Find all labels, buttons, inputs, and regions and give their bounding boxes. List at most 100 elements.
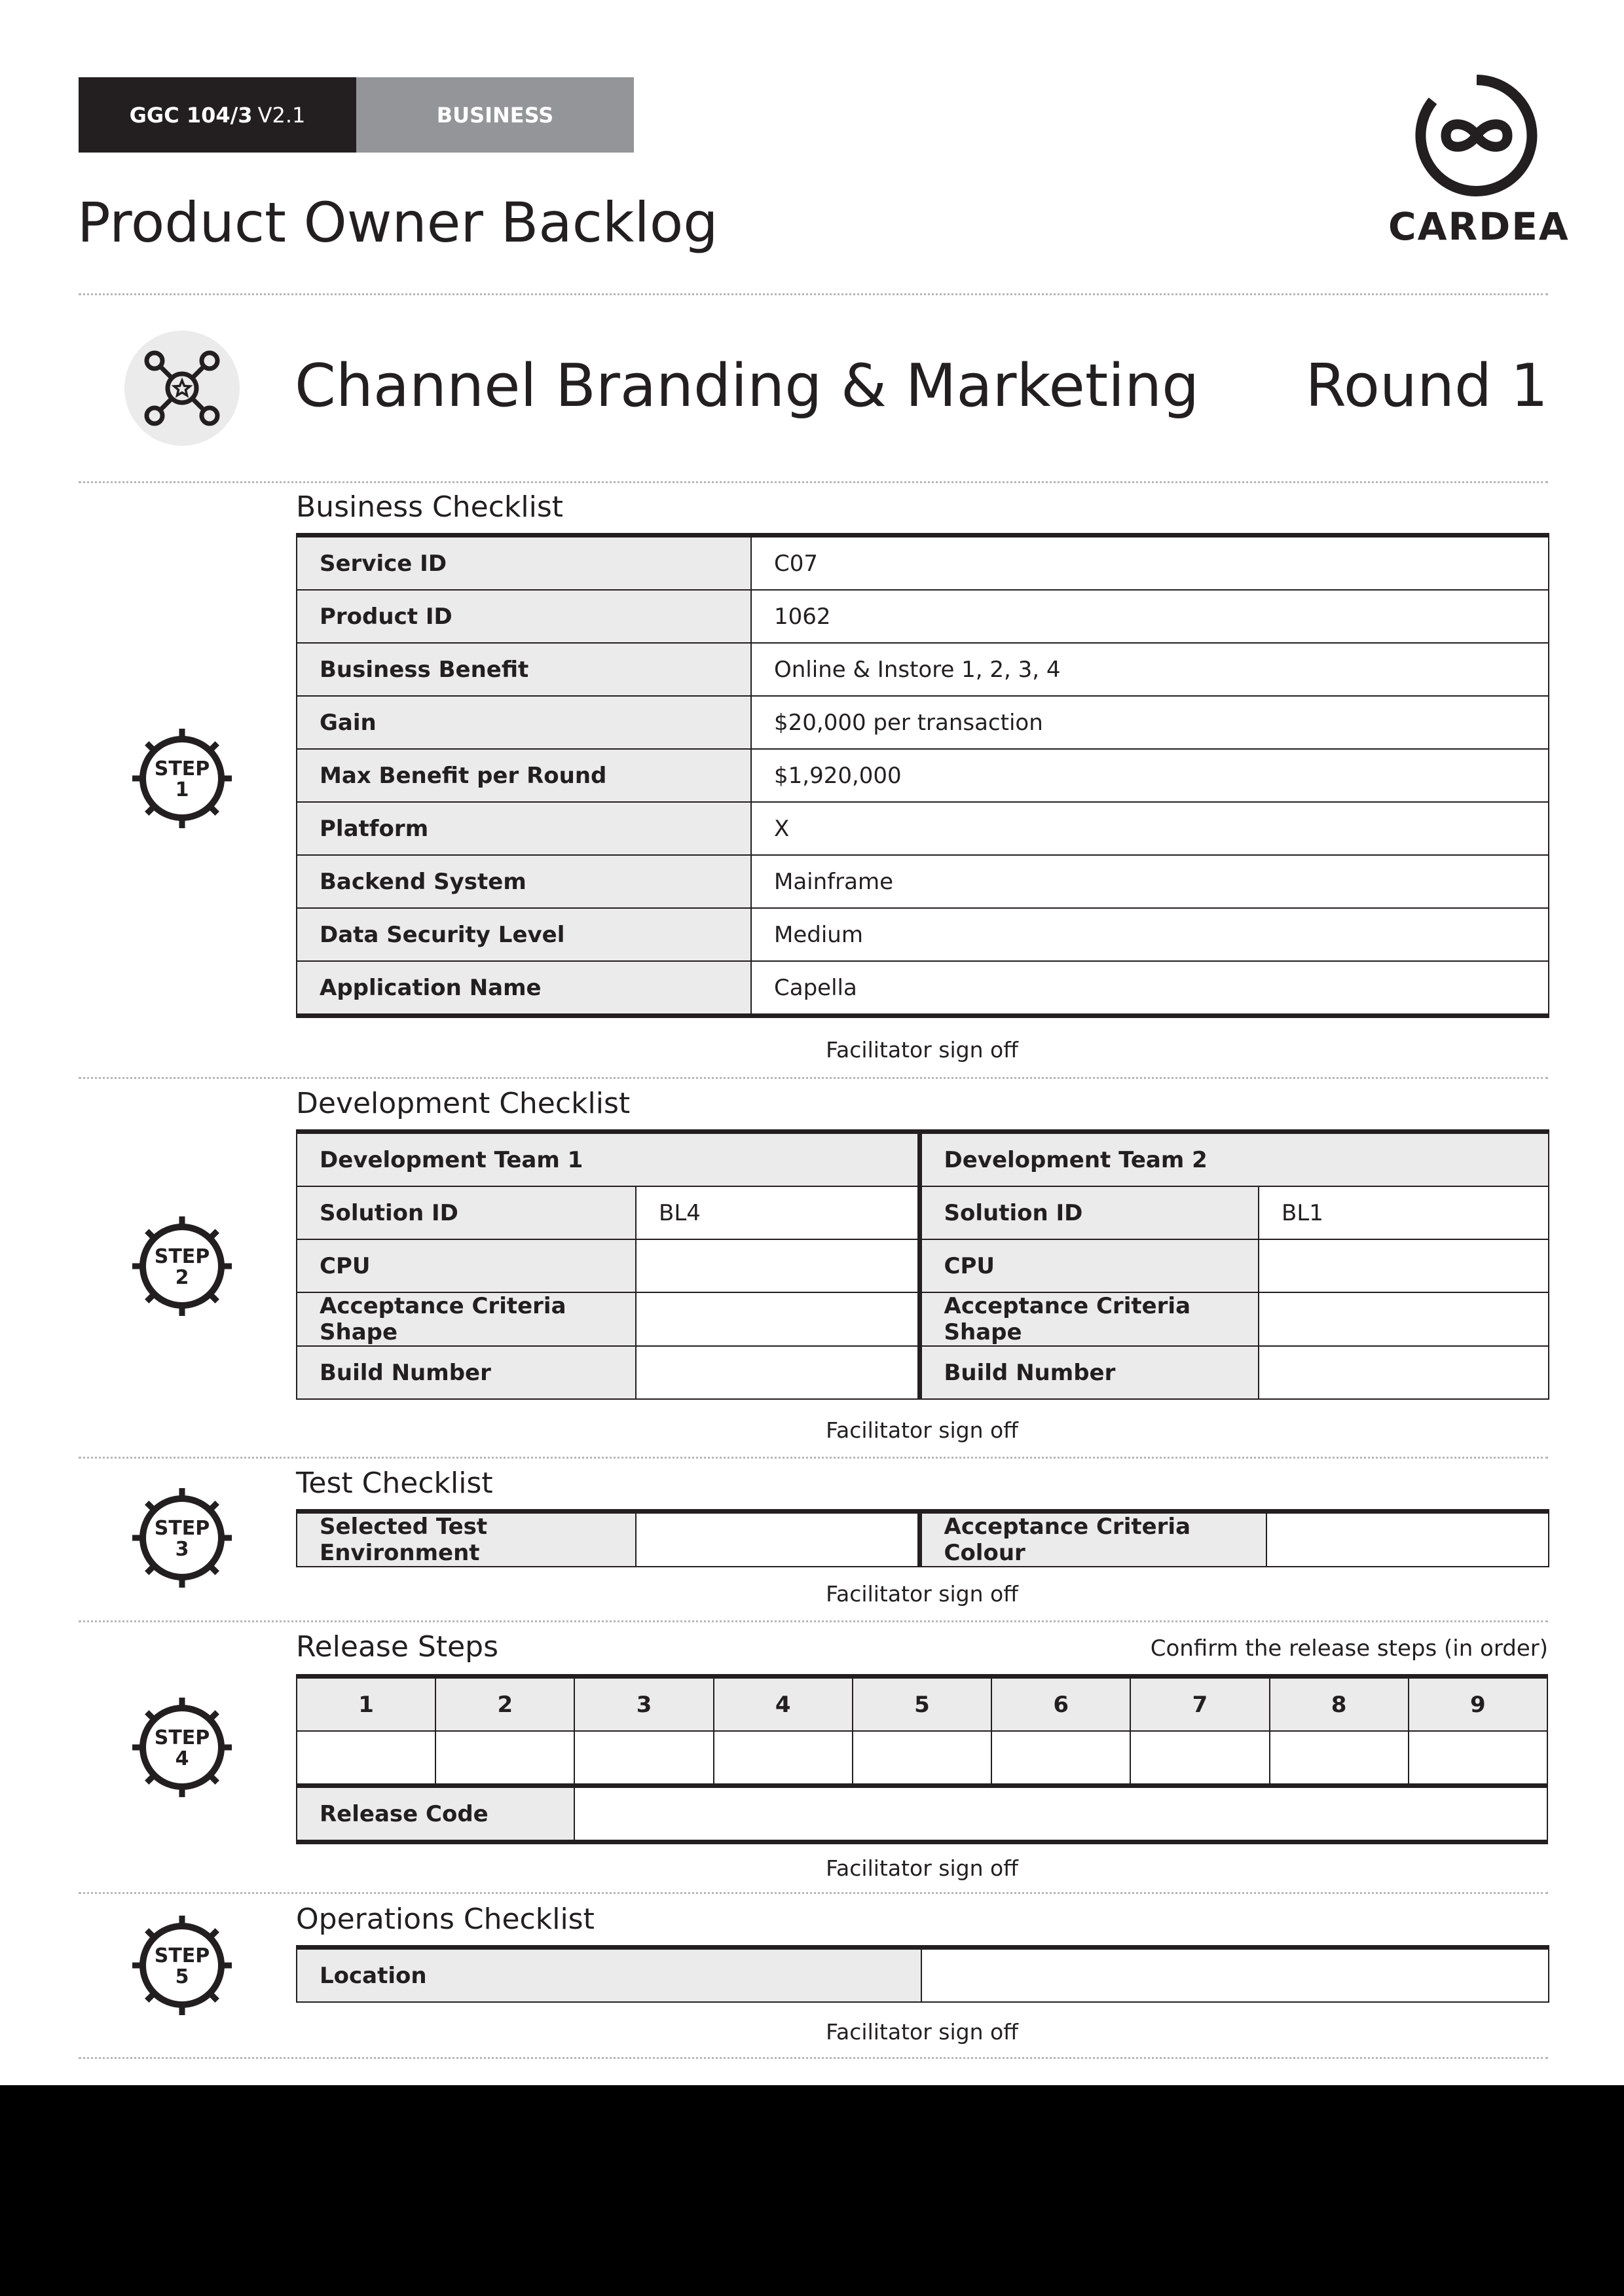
development-row: Solution ID BL4 Solution ID BL1 [296, 1186, 1549, 1240]
step-1-gear-icon: STEP1 [132, 729, 232, 828]
release-step-field[interactable] [1268, 1730, 1409, 1787]
release-code-row: Release Code [295, 1783, 1548, 1844]
divider [79, 481, 1548, 483]
test-checklist-title: Test Checklist [296, 1467, 493, 1500]
team2-header: Development Team 2 [917, 1129, 1549, 1187]
step-3-gear-icon: STEP3 [132, 1488, 232, 1588]
operations-checklist-table: Location [296, 1945, 1549, 2003]
release-step-field[interactable] [991, 1730, 1132, 1787]
business-row-label: Business Benefit [296, 642, 752, 697]
team2-row-label: Build Number [917, 1345, 1259, 1400]
team1-row-label: Build Number [296, 1345, 637, 1400]
team2-row-value[interactable] [1258, 1345, 1549, 1400]
business-row-value: C07 [750, 533, 1549, 591]
operations-signoff: Facilitator sign off [826, 2019, 1018, 2045]
divider [79, 1077, 1548, 1079]
document-code-badge: GGC 104/3 V2.1 [79, 77, 356, 153]
business-row: Service ID C07 [296, 533, 1549, 591]
card-title: Channel Branding & Marketing [295, 352, 1200, 420]
business-row-value: Online & Instore 1, 2, 3, 4 [750, 642, 1549, 697]
cardea-logo-icon [1415, 75, 1538, 196]
release-step-field[interactable] [574, 1730, 714, 1787]
business-row: Gain $20,000 per transaction [296, 695, 1549, 750]
divider [79, 293, 1548, 295]
business-row-value: Capella [750, 960, 1549, 1018]
document-version: V2.1 [257, 102, 306, 128]
business-row-label: Service ID [296, 533, 752, 591]
team2-row-value[interactable] [1258, 1292, 1549, 1347]
release-signoff: Facilitator sign off [826, 1855, 1018, 1881]
location-field[interactable] [921, 1945, 1549, 2003]
acceptance-criteria-colour-field[interactable] [1266, 1509, 1549, 1567]
divider [79, 1620, 1548, 1622]
team1-row-value[interactable]: BL4 [635, 1186, 920, 1240]
release-step-field[interactable] [851, 1730, 993, 1787]
business-row: Max Benefit per Round $1,920,000 [296, 748, 1549, 803]
business-signoff: Facilitator sign off [826, 1037, 1018, 1063]
release-step-number: 5 [851, 1674, 993, 1732]
operations-checklist-title: Operations Checklist [296, 1903, 595, 1936]
step-word: STEP [155, 1944, 210, 1967]
release-step-field[interactable] [295, 1730, 437, 1787]
release-step-field[interactable] [435, 1730, 576, 1787]
business-row: Backend System Mainframe [296, 854, 1549, 909]
business-row-value: $20,000 per transaction [750, 695, 1549, 750]
step-number: 4 [175, 1747, 189, 1770]
document-code: GGC 104/3 [129, 102, 253, 128]
document-title: Product Owner Backlog [77, 191, 718, 255]
category-badge: BUSINESS [356, 77, 634, 153]
selected-test-environment-field[interactable] [635, 1509, 920, 1567]
step-5-gear-icon: STEP5 [132, 1916, 232, 2015]
team2-row-value[interactable]: BL1 [1258, 1186, 1549, 1240]
development-team-header-row: Development Team 1 Development Team 2 [296, 1129, 1549, 1187]
business-row: Platform X [296, 801, 1549, 856]
business-row-label: Platform [296, 801, 752, 856]
business-row: Application Name Capella [296, 960, 1549, 1018]
test-row: Selected Test Environment Acceptance Cri… [296, 1509, 1549, 1567]
test-checklist-table: Selected Test Environment Acceptance Cri… [296, 1509, 1549, 1567]
team1-row-value[interactable] [635, 1292, 920, 1347]
business-row: Product ID 1062 [296, 589, 1549, 644]
development-row: Acceptance Criteria Shape Acceptance Crit… [296, 1292, 1549, 1347]
development-checklist-table: Development Team 1 Development Team 2 So… [296, 1129, 1549, 1400]
team1-header: Development Team 1 [296, 1129, 920, 1187]
release-steps-hint: Confirm the release steps (in order) [1150, 1635, 1548, 1662]
team1-row-value[interactable] [635, 1345, 920, 1400]
release-step-field[interactable] [712, 1730, 853, 1787]
release-steps-table: 1 2 3 4 5 6 7 8 9 Release Code [295, 1674, 1549, 1844]
release-step-number: 4 [712, 1674, 853, 1732]
location-row: Location [296, 1945, 1549, 2003]
release-step-field[interactable] [1407, 1730, 1549, 1787]
development-signoff: Facilitator sign off [826, 1417, 1018, 1443]
business-checklist-table: Service ID C07 Product ID 1062 Business Bene… [296, 533, 1549, 1018]
step-4-gear-icon: STEP4 [132, 1698, 232, 1797]
release-step-number: 8 [1268, 1674, 1409, 1732]
team2-row-label: Solution ID [917, 1186, 1259, 1240]
release-step-number: 6 [991, 1674, 1132, 1732]
release-step-number: 3 [574, 1674, 714, 1732]
team2-row-value[interactable] [1258, 1239, 1549, 1293]
business-row: Data Security Level Medium [296, 907, 1549, 962]
location-label: Location [296, 1945, 922, 2003]
business-row: Business Benefit Online & Instore 1, 2, 3… [296, 642, 1549, 697]
step-word: STEP [155, 757, 210, 780]
release-step-number: 7 [1130, 1674, 1270, 1732]
business-row-label: Gain [296, 695, 752, 750]
release-step-number: 1 [295, 1674, 437, 1732]
business-checklist-title: Business Checklist [296, 490, 563, 524]
selected-test-environment-label: Selected Test Environment [296, 1509, 637, 1567]
release-code-label: Release Code [295, 1783, 576, 1844]
release-steps-title: Release Steps [296, 1630, 499, 1664]
step-number: 1 [175, 778, 189, 801]
release-code-field[interactable] [574, 1783, 1548, 1844]
team2-row-label: CPU [917, 1239, 1259, 1293]
network-star-icon [144, 350, 220, 426]
business-row-value: X [750, 801, 1549, 856]
card-icon-badge [124, 331, 240, 446]
release-step-field[interactable] [1130, 1730, 1270, 1787]
development-row: CPU CPU [296, 1239, 1549, 1293]
business-row-label: Max Benefit per Round [296, 748, 752, 803]
step-number: 3 [175, 1538, 189, 1561]
development-checklist-title: Development Checklist [296, 1087, 631, 1120]
team1-row-value[interactable] [635, 1239, 920, 1293]
